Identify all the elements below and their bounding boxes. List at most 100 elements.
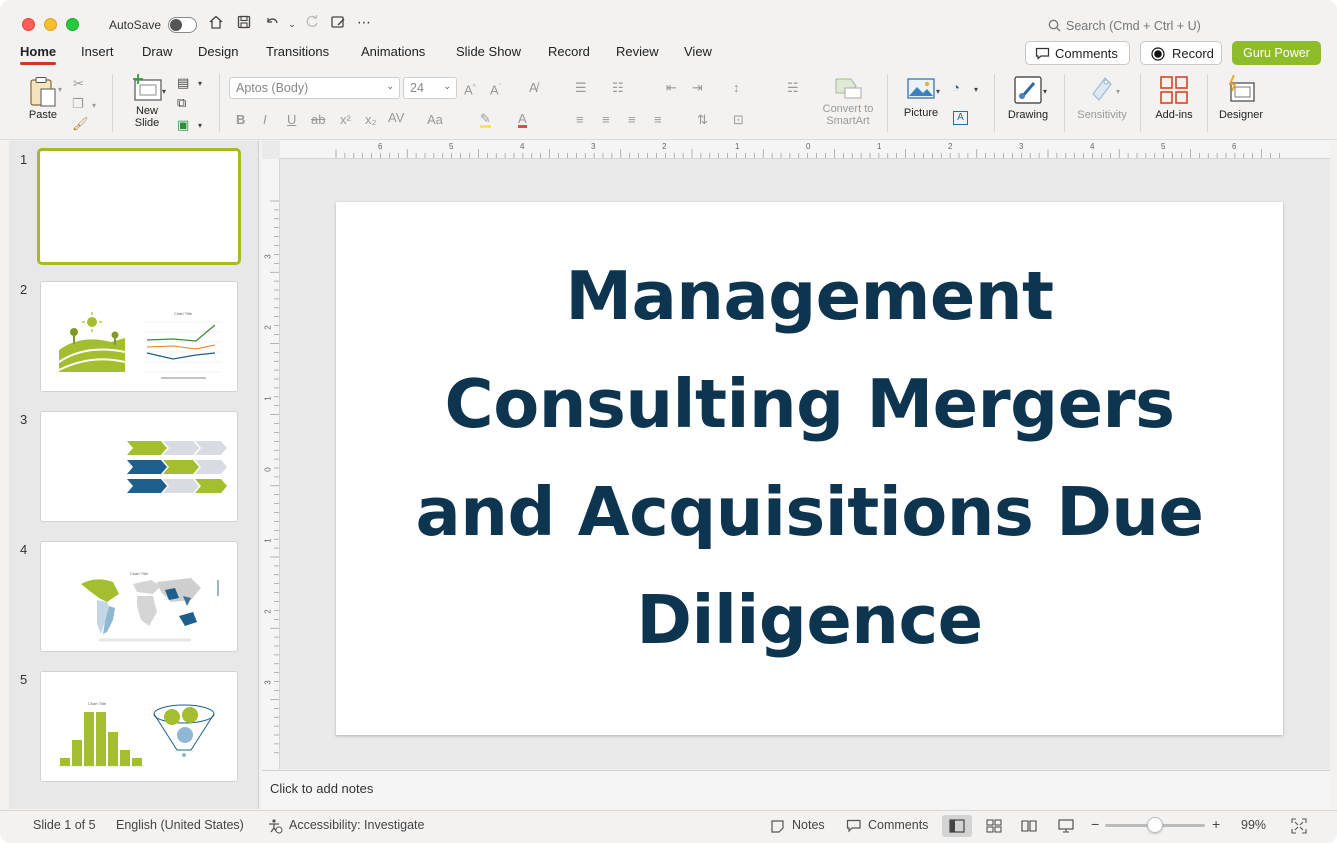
guru-power-button[interactable]: Guru Power (1232, 41, 1321, 65)
fit-to-window-icon[interactable] (1291, 818, 1307, 834)
tab-animations[interactable]: Animations (361, 44, 425, 59)
comments-button[interactable]: Comments (1025, 41, 1130, 65)
zoom-slider-handle[interactable] (1147, 817, 1163, 833)
more-options-icon[interactable]: ⋯ (354, 14, 374, 34)
horizontal-ruler[interactable]: 6 5 4 3 2 1 0 1 2 3 4 5 6 (280, 141, 1330, 159)
align-right-icon[interactable]: ≡ (628, 112, 636, 128)
tab-review[interactable]: Review (616, 44, 659, 59)
zoom-in-button[interactable]: + (1212, 816, 1220, 832)
shapes-icon[interactable]: ◔ (952, 80, 960, 96)
language-indicator[interactable]: English (United States) (116, 818, 244, 832)
change-case-icon[interactable]: Aa (427, 112, 443, 128)
copy-dropdown-chevron-icon[interactable]: ▾ (92, 98, 96, 114)
paste-dropdown-chevron-icon[interactable]: ▾ (58, 82, 62, 98)
sensitivity-dropdown-chevron-icon[interactable]: ▾ (1116, 84, 1120, 100)
tab-transitions[interactable]: Transitions (266, 44, 329, 59)
section-icon[interactable]: ▣ (177, 117, 189, 133)
close-window-button[interactable] (22, 18, 35, 31)
autosave-toggle[interactable] (168, 17, 197, 33)
increase-indent-icon[interactable]: ⇥ (692, 80, 703, 96)
align-center-icon[interactable]: ≡ (602, 112, 610, 128)
slide-thumbnail-5[interactable]: Chart Title (40, 671, 238, 782)
font-size-box[interactable]: 24 ⌄ (403, 77, 457, 99)
tab-insert[interactable]: Insert (81, 44, 114, 59)
strikethrough-icon[interactable]: ab (311, 112, 325, 128)
minimize-window-button[interactable] (44, 18, 57, 31)
new-slide-dropdown-chevron-icon[interactable]: ▾ (162, 84, 166, 100)
notes-toggle[interactable]: Notes (792, 818, 825, 832)
justify-icon[interactable]: ≡ (654, 112, 662, 128)
paste-button[interactable]: Paste (24, 76, 62, 121)
accessibility-status[interactable]: Accessibility: Investigate (289, 818, 424, 832)
increase-font-size-icon[interactable]: A^ (464, 80, 476, 98)
clear-formatting-icon[interactable]: A̸ (529, 80, 538, 96)
zoom-level[interactable]: 99% (1241, 818, 1266, 832)
layout-icon[interactable]: ▤ (177, 75, 189, 91)
text-direction-icon[interactable]: ⇅ (697, 112, 708, 128)
slide-thumbnail-3[interactable] (40, 411, 238, 522)
current-slide-canvas[interactable]: Management Consulting Mergers and Acquis… (336, 202, 1283, 735)
slide-thumbnails-pane[interactable]: 1 2 Chart Title 3 4 Chart Title 5 Chart … (9, 141, 259, 809)
save-icon[interactable] (234, 14, 254, 34)
align-left-icon[interactable]: ≡ (576, 112, 584, 128)
bullets-icon[interactable]: ☰ (575, 80, 587, 96)
tab-slide-show[interactable]: Slide Show (456, 44, 521, 59)
zoom-window-button[interactable] (66, 18, 79, 31)
slide-sorter-view-button[interactable] (979, 815, 1009, 837)
sensitivity-button[interactable]: Sensitivity (1072, 74, 1132, 121)
character-spacing-icon[interactable]: AV (388, 110, 404, 126)
reading-view-button[interactable] (1014, 815, 1044, 837)
shapes-dropdown-chevron-icon[interactable]: ▾ (974, 82, 978, 98)
record-button[interactable]: Record (1140, 41, 1222, 65)
new-slide-button[interactable]: New Slide (124, 74, 170, 129)
comments-toggle[interactable]: Comments (868, 818, 928, 832)
copy-icon[interactable]: ❐ (72, 96, 84, 112)
bold-icon[interactable]: B (236, 112, 245, 128)
zoom-out-button[interactable]: − (1091, 816, 1099, 832)
add-ins-button[interactable]: Add-ins (1149, 74, 1199, 121)
font-color-icon[interactable]: A (518, 112, 527, 128)
decrease-font-size-icon[interactable]: Aˇ (490, 80, 501, 98)
convert-to-smartart-button[interactable]: Convert to SmartArt (818, 76, 878, 127)
text-box-icon[interactable]: A (953, 111, 968, 125)
decrease-indent-icon[interactable]: ⇤ (666, 80, 677, 96)
align-text-icon[interactable]: ⊡ (733, 112, 744, 128)
section-dropdown-chevron-icon[interactable]: ▾ (198, 118, 202, 134)
slide-thumbnail-2[interactable]: Chart Title (40, 281, 238, 392)
undo-icon[interactable] (262, 14, 282, 34)
tab-design[interactable]: Design (198, 44, 238, 59)
notes-pane[interactable]: Click to add notes (262, 770, 1330, 809)
highlight-icon[interactable]: ✎ (480, 112, 491, 128)
tab-record[interactable]: Record (548, 44, 590, 59)
subscript-icon[interactable]: x₂ (365, 112, 377, 128)
ruler-label: 0 (806, 142, 811, 151)
format-painter-icon[interactable]: 🖌 (72, 116, 89, 132)
font-name-box[interactable]: Aptos (Body) ⌄ (229, 77, 400, 99)
search-box[interactable]: Search (Cmd + Ctrl + U) (1040, 16, 1250, 36)
redo-icon[interactable] (302, 14, 322, 34)
slide-thumbnail-1[interactable] (37, 148, 241, 265)
tab-draw[interactable]: Draw (142, 44, 172, 59)
picture-dropdown-chevron-icon[interactable]: ▾ (936, 84, 940, 100)
italic-icon[interactable]: I (263, 112, 267, 128)
slide-show-view-button[interactable] (1051, 815, 1081, 837)
cut-icon[interactable]: ✂ (73, 76, 84, 92)
tab-home[interactable]: Home (20, 44, 57, 65)
underline-icon[interactable]: U (287, 112, 296, 128)
slide-thumbnail-4[interactable]: Chart Title (40, 541, 238, 652)
vertical-ruler[interactable]: 3 2 1 0 1 2 3 (262, 159, 280, 769)
home-icon[interactable] (206, 14, 226, 34)
undo-dropdown-chevron-icon[interactable]: ⌄ (282, 14, 302, 34)
reset-slide-icon[interactable]: ⧉ (177, 95, 186, 111)
line-spacing-icon[interactable]: ↕ (733, 80, 740, 96)
slide-title-textbox[interactable]: Management Consulting Mergers and Acquis… (376, 242, 1243, 674)
normal-view-button[interactable] (942, 815, 972, 837)
numbering-icon[interactable]: ☷ (612, 80, 624, 96)
layout-dropdown-chevron-icon[interactable]: ▾ (198, 76, 202, 92)
designer-button[interactable]: Designer (1214, 74, 1268, 121)
present-icon[interactable] (328, 14, 348, 34)
tab-view[interactable]: View (684, 44, 712, 59)
superscript-icon[interactable]: x² (340, 112, 351, 128)
drawing-dropdown-chevron-icon[interactable]: ▾ (1043, 84, 1047, 100)
columns-icon[interactable]: ☵ (787, 80, 799, 96)
